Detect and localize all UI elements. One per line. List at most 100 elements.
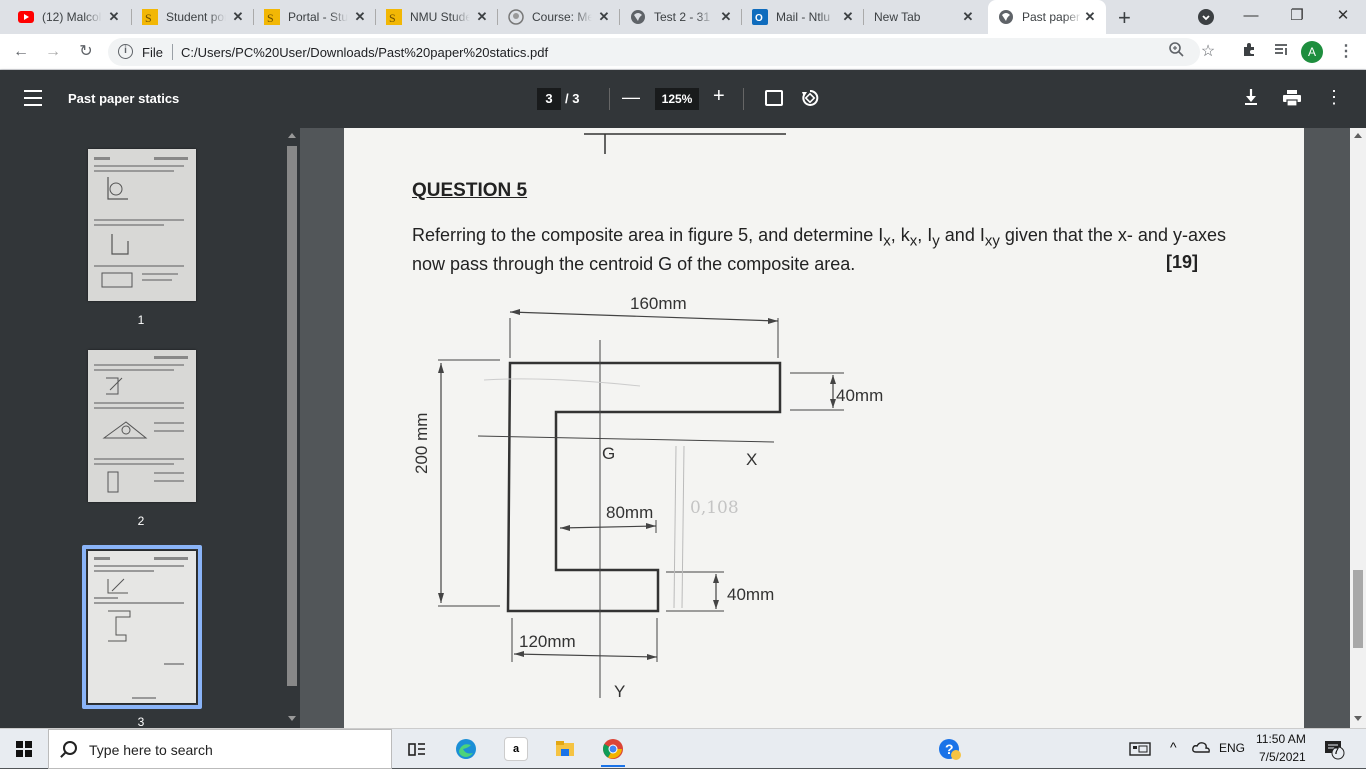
scroll-down-icon[interactable] [285,714,299,724]
pdf-page: QUESTION 5 Referring to the composite ar… [344,128,1304,728]
tab-youtube[interactable]: (12) Malcolm ✕ [18,0,130,34]
tab-strip: (12) Malcolm ✕ S Student portal ✕ S Port… [0,0,1366,34]
scroll-up-icon[interactable] [1350,130,1366,140]
zoom-icon[interactable] [1165,41,1187,63]
svg-text:S: S [267,11,274,25]
tab-nmu-student[interactable]: S NMU Student ✕ [386,0,498,34]
minimize-button[interactable]: — [1228,0,1274,34]
page-number-input[interactable]: 3 [537,88,561,110]
rotate-icon[interactable] [800,88,820,108]
reading-list-icon[interactable] [1270,41,1292,63]
help-icon[interactable]: ? [938,737,962,761]
print-icon[interactable] [1283,90,1301,107]
page-thumbnail[interactable] [88,149,196,301]
file-explorer-icon[interactable] [553,737,577,761]
restore-button[interactable]: ❐ [1274,0,1320,34]
chevron-up-icon[interactable]: ^ [1170,739,1177,755]
toolbar-divider [743,88,744,110]
close-window-button[interactable]: ✕ [1320,0,1366,34]
close-tab-icon[interactable]: ✕ [1082,9,1098,25]
amazon-icon[interactable]: a [504,737,528,761]
search-icon [63,741,77,755]
scrollbar-thumb[interactable] [287,146,297,686]
keyboard-icon[interactable] [1128,737,1152,761]
task-view-icon[interactable] [405,737,429,761]
outlook-icon: O [752,9,768,25]
tab-course[interactable]: Course: Mechanics ✕ [508,0,620,34]
scroll-down-icon[interactable] [1350,714,1366,724]
dimension-120mm: 120mm [519,632,576,651]
onedrive-icon[interactable] [1192,740,1210,757]
tab-mail[interactable]: O Mail - Ntlu ✕ [752,0,864,34]
clock-date[interactable]: 7/5/2021 [1259,750,1306,764]
tab-label: NMU Student [410,10,470,24]
notification-icon[interactable]: 7 [1323,738,1345,763]
profile-avatar[interactable]: A [1301,41,1323,63]
document-title: Past paper statics [68,91,180,106]
close-tab-icon[interactable]: ✕ [474,9,490,25]
close-tab-icon[interactable]: ✕ [230,9,246,25]
moodle-icon [508,9,524,25]
zoom-out-button[interactable]: — [622,87,640,108]
scheme-label: File [142,45,163,60]
tab-separator [497,9,498,25]
tab-portal[interactable]: S Portal - Student ✕ [264,0,376,34]
reload-button[interactable]: ↻ [75,41,97,63]
toolbar-divider [609,88,610,110]
close-tab-icon[interactable]: ✕ [840,9,856,25]
clock-time[interactable]: 11:50 AM [1256,732,1306,746]
info-icon[interactable]: i [118,44,133,59]
forward-button[interactable]: → [42,41,64,63]
tab-separator [253,9,254,25]
new-tab-button[interactable]: + [1118,5,1131,31]
tab-label: Course: Mechanics [532,10,592,24]
extensions-icon[interactable] [1238,41,1260,63]
close-tab-icon[interactable]: ✕ [960,9,976,25]
dimension-40mm-bottom: 40mm [727,585,775,604]
close-tab-icon[interactable]: ✕ [352,9,368,25]
zoom-in-button[interactable]: + [713,85,725,108]
c-shape-outline [506,361,782,613]
tab-student-portal[interactable]: S Student portal ✕ [142,0,254,34]
url-text[interactable]: C:/Users/PC%20User/Downloads/Past%20pape… [181,45,548,60]
taskbar-search-box[interactable]: Type here to search [48,729,392,769]
youtube-icon [18,9,34,25]
download-icon[interactable] [1243,88,1259,111]
y-axis-label: Y [614,682,626,701]
tab-separator [375,9,376,25]
zoom-level-input[interactable]: 125% [655,88,699,110]
chrome-menu-icon[interactable]: ⋮ [1335,41,1357,63]
fit-to-page-icon[interactable] [765,90,783,106]
chevron-down-icon [1202,15,1210,21]
more-actions-icon[interactable]: ⋮ [1325,88,1343,106]
tab-search-button[interactable] [1198,9,1214,25]
close-tab-icon[interactable]: ✕ [596,9,612,25]
menu-icon[interactable] [24,90,42,106]
chrome-icon[interactable] [601,737,625,767]
edge-browser-icon[interactable] [454,737,478,761]
scrollbar-thumb[interactable] [1353,570,1363,648]
close-tab-icon[interactable]: ✕ [106,9,122,25]
bookmark-star-icon[interactable]: ☆ [1197,41,1219,63]
address-bar[interactable]: i File C:/Users/PC%20User/Downloads/Past… [108,38,1200,66]
tab-label: Student portal [166,10,226,24]
close-tab-icon[interactable]: ✕ [718,9,734,25]
language-indicator[interactable]: ENG [1219,741,1245,755]
tab-separator [741,9,742,25]
main-scrollbar[interactable] [1350,128,1366,728]
nmu-logo-icon: S [386,9,402,25]
scroll-up-icon[interactable] [285,130,299,140]
tab-new-tab[interactable]: New Tab ✕ [874,0,984,34]
tab-past-paper[interactable]: Past paper ✕ [988,0,1106,34]
tab-label: New Tab [874,10,944,24]
page-thumbnail[interactable] [88,350,196,502]
dimension-200mm: 200 mm [412,412,431,474]
windows-start-icon[interactable] [16,741,32,757]
back-button[interactable]: ← [10,41,32,63]
thumbnail-label: 1 [137,313,145,327]
sidebar-scrollbar[interactable] [285,128,299,728]
nmu-logo-icon: S [142,9,158,25]
svg-text:S: S [389,11,396,25]
tab-test-2[interactable]: Test 2 - 31 ✕ [630,0,742,34]
tab-label: Mail - Ntlu [776,10,836,24]
